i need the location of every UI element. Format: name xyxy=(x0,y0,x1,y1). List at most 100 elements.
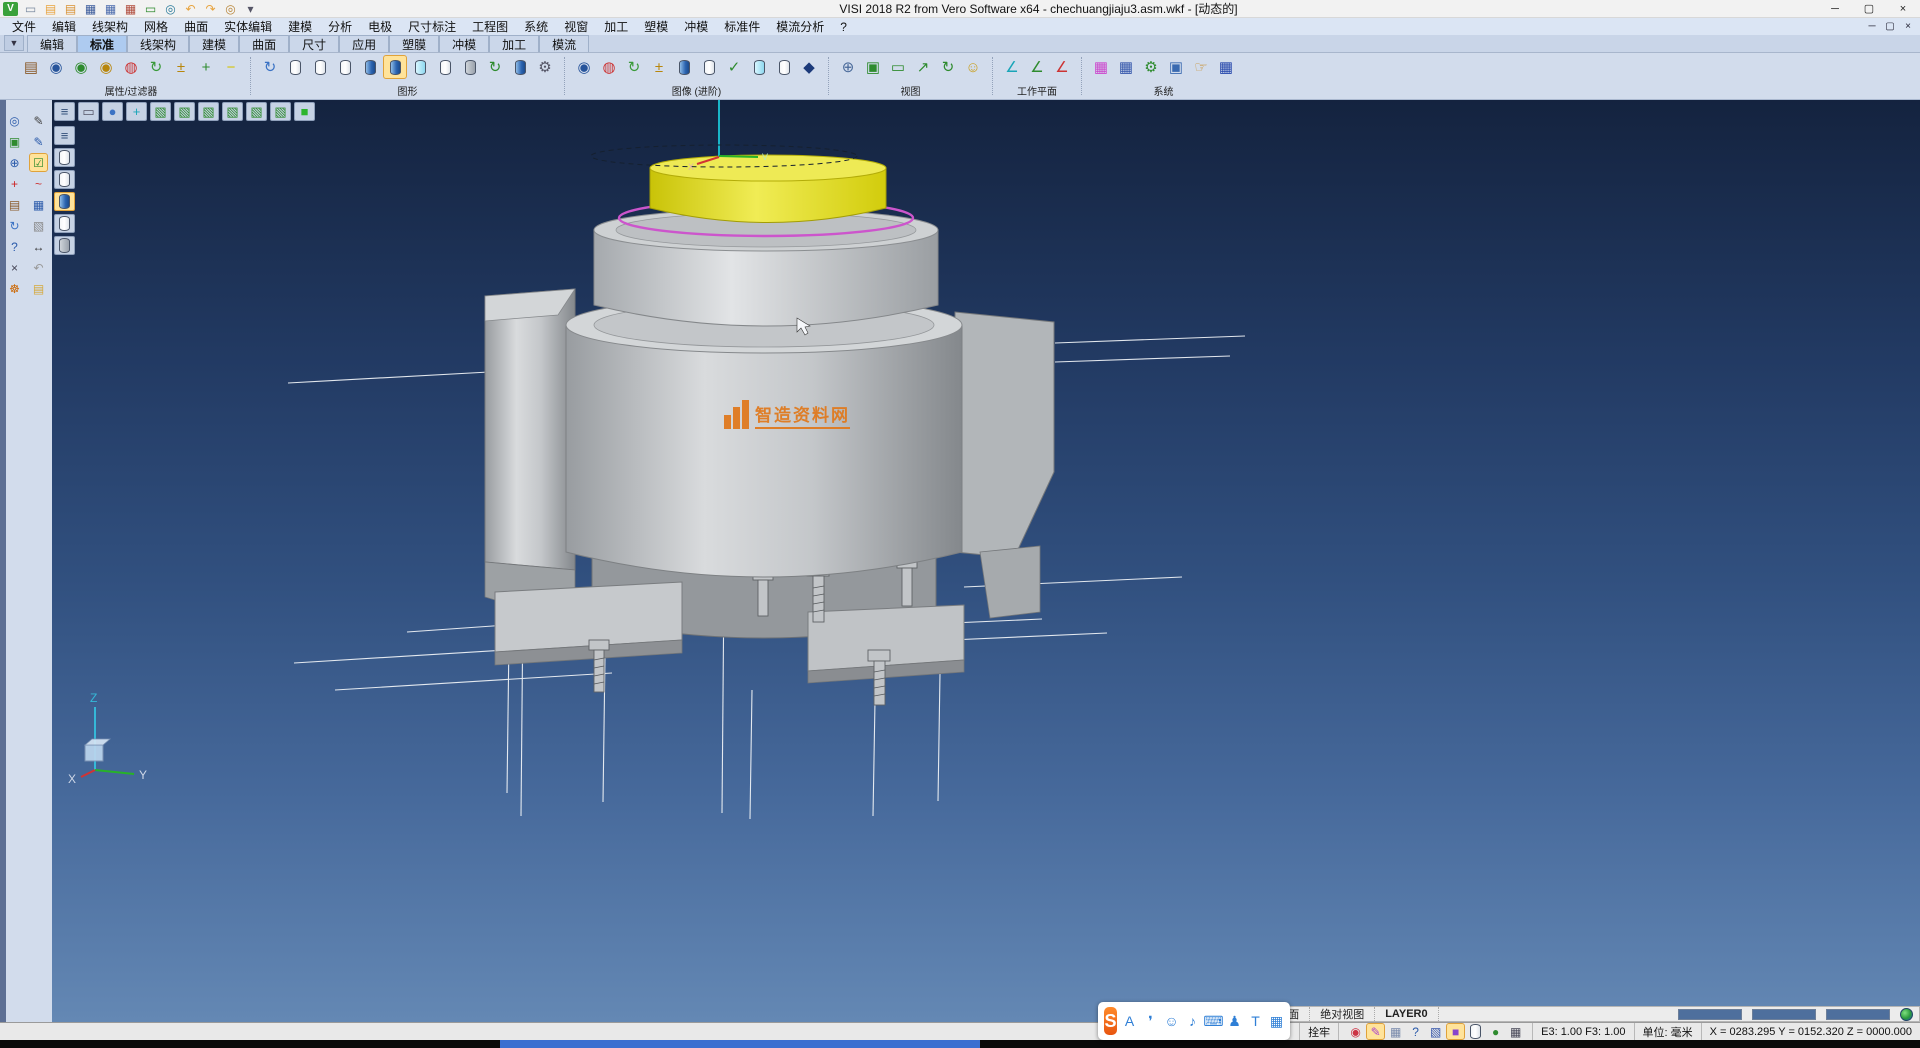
color-palette-icon[interactable]: ▦ xyxy=(1090,56,1112,78)
menu-item[interactable]: 加工 xyxy=(596,18,636,35)
undo-icon[interactable]: ↶ xyxy=(182,1,199,16)
adv-shield-icon[interactable]: ◆ xyxy=(798,56,820,78)
eye-refresh-icon[interactable]: ↻ xyxy=(145,56,167,78)
cylinder-outline-3-icon[interactable] xyxy=(334,56,356,78)
view-mode-indicator[interactable]: 绝对视图 xyxy=(1310,1007,1375,1021)
menu-item[interactable]: 建模 xyxy=(280,18,320,35)
ime-quote-icon[interactable]: ❜ xyxy=(1143,1013,1158,1030)
save-icon[interactable]: ▦ xyxy=(82,1,99,16)
cylinder-shaded-icon[interactable] xyxy=(384,56,406,78)
vpl-cyl-delete-icon[interactable] xyxy=(54,236,75,255)
view-top-icon[interactable]: ▧ xyxy=(150,102,171,121)
ime-keyboard-icon[interactable]: ⌨ xyxy=(1206,1013,1221,1030)
eye-remove-icon[interactable]: ◉ xyxy=(95,56,117,78)
maximize-button[interactable]: ▢ xyxy=(1852,0,1886,17)
eye-plusminus-icon[interactable]: ± xyxy=(170,56,192,78)
ribbon-tab[interactable]: 标准 xyxy=(77,35,127,52)
ribbon-tab[interactable]: 编辑 xyxy=(27,35,77,52)
trash-icon[interactable]: × xyxy=(6,259,23,276)
ribbon-tab[interactable]: 应用 xyxy=(339,35,389,52)
confirm-icon[interactable]: ☑ xyxy=(30,154,47,171)
menu-item[interactable]: 视窗 xyxy=(556,18,596,35)
units-indicator[interactable]: 单位: 毫米 xyxy=(1634,1023,1701,1040)
folder-icon[interactable]: ▤ xyxy=(30,280,47,297)
ime-smiley-icon[interactable]: ☺ xyxy=(1164,1013,1179,1030)
minimize-button[interactable]: ─ xyxy=(1818,0,1852,17)
snap-icon[interactable]: ◉ xyxy=(1347,1024,1364,1039)
cylinder-transparent-icon[interactable] xyxy=(409,56,431,78)
profile-cube-icon[interactable]: ■ xyxy=(1447,1024,1464,1039)
preview-icon[interactable]: ◎ xyxy=(162,1,179,16)
close-button[interactable]: × xyxy=(1886,0,1920,17)
ribbon-tab[interactable]: 塑膜 xyxy=(389,35,439,52)
doc-eye-icon[interactable]: ◉ xyxy=(45,56,67,78)
vpl-cyl-outline-1-icon[interactable] xyxy=(54,148,75,167)
cylinder-outline-2-icon[interactable] xyxy=(309,56,331,78)
cube-icon[interactable]: ▧ xyxy=(30,217,47,234)
edit-delete-icon[interactable]: ✎ xyxy=(30,112,47,129)
adv-recycle-icon[interactable]: ↻ xyxy=(623,56,645,78)
import-icon[interactable]: ▤ xyxy=(62,1,79,16)
zoom-window-icon[interactable]: ⊕ xyxy=(837,56,859,78)
view-iso-icon[interactable]: ▧ xyxy=(270,102,291,121)
status-cylinder-icon[interactable] xyxy=(1467,1024,1484,1039)
rotate-view-icon[interactable]: ↻ xyxy=(937,56,959,78)
adv-check-icon[interactable]: ✓ xyxy=(723,56,745,78)
ribbon-tab[interactable]: 曲面 xyxy=(239,35,289,52)
help-icon[interactable]: ? xyxy=(6,238,23,255)
vpl-cyl-shaded-icon[interactable] xyxy=(54,192,75,211)
view-face-icon[interactable]: ☺ xyxy=(962,56,984,78)
menu-item[interactable]: ? xyxy=(832,18,855,35)
cylinder-delete-icon[interactable] xyxy=(459,56,481,78)
status-grid-icon[interactable]: ▦ xyxy=(1507,1024,1524,1039)
menu-item[interactable]: 系统 xyxy=(516,18,556,35)
menu-item[interactable]: 标准件 xyxy=(716,18,768,35)
cylinder-regen-icon[interactable]: ↻ xyxy=(484,56,506,78)
export-icon[interactable]: ▦ xyxy=(122,1,139,16)
ribbon-tab[interactable]: 建模 xyxy=(189,35,239,52)
cylinder-copy-icon[interactable] xyxy=(509,56,531,78)
pan-icon[interactable]: ↗ xyxy=(912,56,934,78)
menu-item[interactable]: 尺寸标注 xyxy=(400,18,464,35)
view-solid-cube-icon[interactable]: ■ xyxy=(294,102,315,121)
ime-font-icon[interactable]: A xyxy=(1122,1013,1137,1030)
menu-item[interactable]: 冲模 xyxy=(676,18,716,35)
show-remove-icon[interactable]: − xyxy=(220,56,242,78)
cpl-world-icon[interactable]: ∠ xyxy=(1001,56,1023,78)
color-swatch[interactable] xyxy=(1826,1009,1890,1020)
vp-shaded-view-icon[interactable]: ● xyxy=(102,102,123,121)
menu-item[interactable]: 线架构 xyxy=(84,18,136,35)
sketch-icon[interactable]: ✎ xyxy=(30,133,47,150)
adv-cyl-outline-icon[interactable] xyxy=(773,56,795,78)
mdi-minimize-icon[interactable]: ─ xyxy=(1864,20,1880,34)
ribbon-tab[interactable]: 线架构 xyxy=(127,35,189,52)
zoom-select-icon[interactable]: ⊕ xyxy=(6,154,23,171)
zoom-one-to-one-icon[interactable]: ▭ xyxy=(887,56,909,78)
snap-lock-label[interactable]: 拴牢 xyxy=(1299,1023,1338,1040)
menu-item[interactable]: 模流分析 xyxy=(768,18,832,35)
3d-viewport[interactable]: ≡▭●+▧▧▧▧▧▧■ ≡ xyxy=(52,100,1920,1022)
view-left-icon[interactable]: ▧ xyxy=(198,102,219,121)
adv-cyl-blue-icon[interactable] xyxy=(673,56,695,78)
menu-item[interactable]: 网格 xyxy=(136,18,176,35)
refresh-graphics-icon[interactable]: ↻ xyxy=(259,56,281,78)
cpl-move-icon[interactable]: ∠ xyxy=(1051,56,1073,78)
vpl-cyl-outline-3-icon[interactable] xyxy=(54,214,75,233)
show-add-icon[interactable]: + xyxy=(195,56,217,78)
pack-icon[interactable]: ▦ xyxy=(1387,1024,1404,1039)
cad-model-canvas[interactable]: X V Z Y X xyxy=(52,100,1920,1022)
view-right-icon[interactable]: ▧ xyxy=(222,102,243,121)
color-swatch[interactable] xyxy=(1752,1009,1816,1020)
undo-gray-icon[interactable]: ↶ xyxy=(30,259,47,276)
save-as-icon[interactable]: ▦ xyxy=(102,1,119,16)
print-icon[interactable]: ▭ xyxy=(142,1,159,16)
system-tools-icon[interactable]: ⚙ xyxy=(1140,56,1162,78)
ribbon-tab[interactable]: 模流 xyxy=(539,35,589,52)
adv-plusminus-icon[interactable]: ± xyxy=(648,56,670,78)
mdi-close-icon[interactable]: × xyxy=(1900,20,1916,34)
vpl-cyl-outline-2-icon[interactable] xyxy=(54,170,75,189)
hand-select-icon[interactable]: ☞ xyxy=(1190,56,1212,78)
new-file-icon[interactable]: ▭ xyxy=(22,1,39,16)
vp-menu-icon[interactable]: ≡ xyxy=(54,102,75,121)
ime-person-icon[interactable]: ♟ xyxy=(1227,1013,1242,1030)
